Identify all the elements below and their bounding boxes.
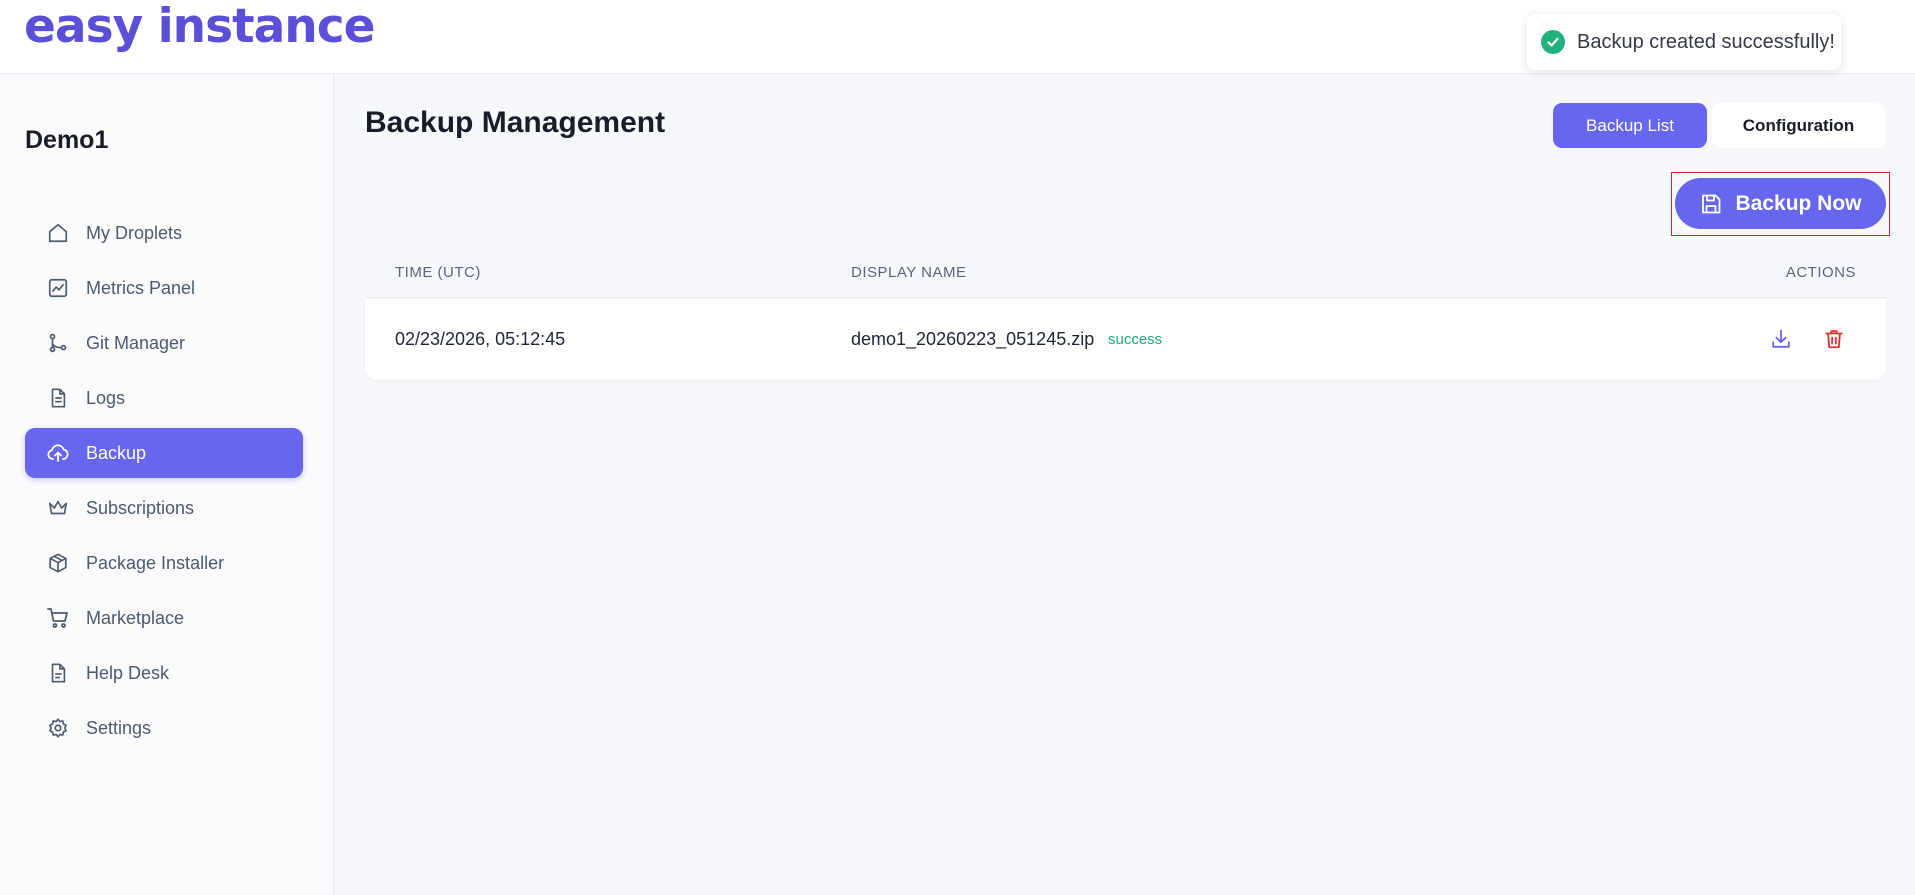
sidebar-item-help-desk[interactable]: Help Desk [25,648,303,698]
sidebar: Demo1 My Droplets Metrics Panel Git Mana… [0,74,334,895]
sidebar-item-label: Logs [86,387,126,408]
table-row: 02/23/2026, 05:12:45 demo1_20260223_0512… [365,299,1886,380]
check-circle-icon [1541,30,1565,54]
save-icon [1699,192,1723,216]
sidebar-item-label: Package Installer [86,552,225,573]
column-header-time: TIME (UTC) [395,264,481,281]
chart-icon [46,276,70,300]
sidebar-item-label: Settings [86,717,152,738]
success-toast: Backup created successfully! [1527,14,1841,70]
sidebar-nav: My Droplets Metrics Panel Git Manager Lo… [25,208,303,758]
status-badge: success [1108,331,1163,348]
project-name: Demo1 [25,126,109,154]
download-icon[interactable] [1768,326,1794,352]
sidebar-item-label: Subscriptions [86,497,195,518]
sidebar-item-backup[interactable]: Backup [25,428,303,478]
sidebar-item-label: Metrics Panel [86,277,196,298]
sidebar-item-label: Backup [86,442,147,463]
backup-display-name: demo1_20260223_051245.zip [851,329,1095,349]
sidebar-item-subscriptions[interactable]: Subscriptions [25,483,303,533]
gear-icon [46,716,70,740]
backup-time: 02/23/2026, 05:12:45 [395,329,566,349]
page-title: Backup Management [365,106,666,139]
sidebar-item-settings[interactable]: Settings [25,703,303,753]
sidebar-item-logs[interactable]: Logs [25,373,303,423]
sidebar-item-label: Marketplace [86,607,185,628]
sidebar-item-label: Help Desk [86,662,170,683]
package-icon [46,551,70,575]
sidebar-item-my-droplets[interactable]: My Droplets [25,208,303,258]
sidebar-item-label: Git Manager [86,332,186,353]
column-header-display-name: DISPLAY NAME [851,264,967,281]
sidebar-item-git-manager[interactable]: Git Manager [25,318,303,368]
tab-backup-list[interactable]: Backup List [1553,103,1707,148]
cloud-upload-icon [46,441,70,465]
home-icon [46,221,70,245]
sidebar-item-package-installer[interactable]: Package Installer [25,538,303,588]
toast-message: Backup created successfully! [1577,30,1835,53]
logo[interactable]: easy instance [24,2,375,52]
view-tabs: Backup List Configuration [1553,103,1885,148]
sidebar-item-label: My Droplets [86,222,183,243]
sidebar-item-metrics-panel[interactable]: Metrics Panel [25,263,303,313]
git-branch-icon [46,331,70,355]
cart-icon [46,606,70,630]
crown-icon [46,496,70,520]
file-text-icon [46,386,70,410]
tab-configuration[interactable]: Configuration [1712,103,1885,148]
document-icon [46,661,70,685]
column-header-actions: ACTIONS [1785,264,1856,281]
backup-now-button[interactable]: Backup Now [1675,178,1886,229]
table-header: TIME (UTC) DISPLAY NAME ACTIONS [365,254,1886,298]
trash-icon[interactable] [1821,326,1847,352]
backup-now-label: Backup Now [1735,191,1862,215]
sidebar-item-marketplace[interactable]: Marketplace [25,593,303,643]
